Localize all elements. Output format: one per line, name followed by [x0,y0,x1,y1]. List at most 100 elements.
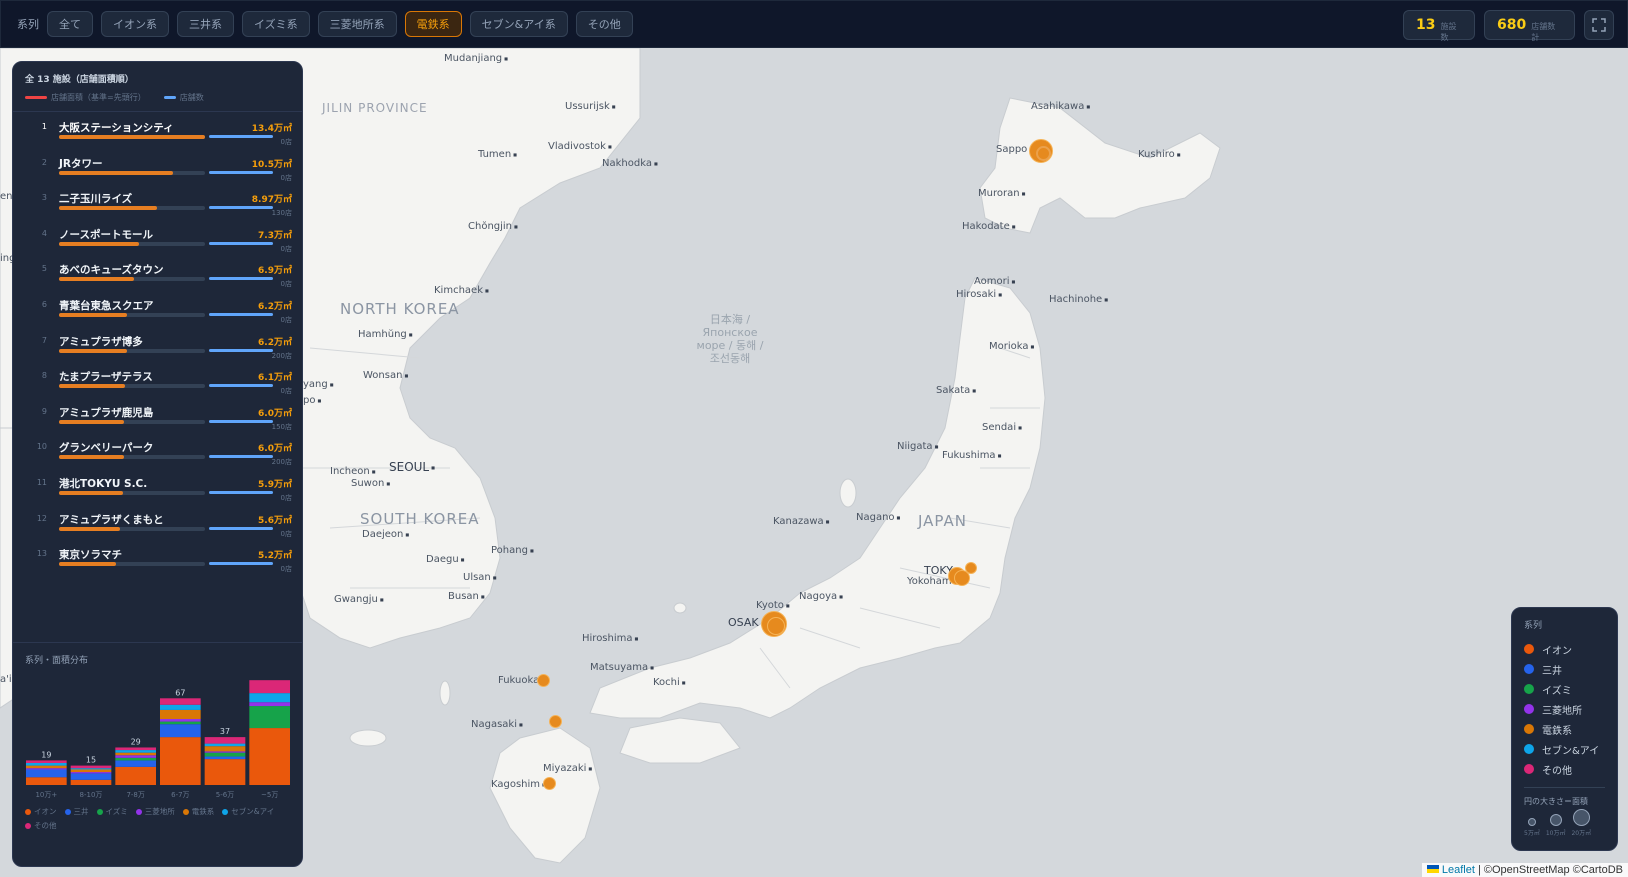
shop-count-value: 680 [1497,17,1527,33]
ranking-row[interactable]: 13 東京ソラマチ 5.2万㎡ 0店 [25,545,292,581]
ranking-row[interactable]: 10 グランベリーパーク 6.0万㎡ 200店 [25,438,292,474]
size-legend-small: 5万㎡ [1524,818,1540,837]
ranking-row[interactable]: 6 青葉台東急スクエア 6.2万㎡ 0店 [25,296,292,332]
shop-count-bar [209,277,273,281]
ranking-panel-title: 全 13 施設（店舗面積順） [25,75,134,85]
fullscreen-button[interactable] [1584,10,1614,40]
facility-shop-count: 0店 [280,565,292,574]
bar-segment [115,757,156,761]
rank-number: 13 [36,549,47,559]
city-label: Nagoya [799,591,843,602]
area-bar-fill [59,384,126,389]
legend-dot-icon [1524,664,1534,674]
facility-shop-count: 0店 [280,138,292,146]
city-label: Matsuyama [590,662,654,673]
legend-label: その他 [1542,765,1572,777]
city-label: OSAK [728,616,764,629]
ranking-row[interactable]: 7 アミュプラザ博多 6.2万㎡ 200店 [25,332,292,368]
shop-count-unit: 店舗数計 [1531,22,1556,42]
facility-marker-abeno-qs-town[interactable] [767,617,785,635]
ranking-row[interactable]: 4 ノースポートモール 7.3万㎡ 0店 [25,225,292,261]
filter-mitsui-button[interactable]: 三井系 [177,11,234,37]
filter-mitsubishi-button[interactable]: 三菱地所系 [317,11,397,37]
facility-marker-amu-plaza-hakata[interactable] [537,674,550,687]
city-label: Tumen [478,149,517,160]
distribution-legend: イオン 三井 イズミ 三菱地所 電鉄系 セブン&アイその他 [25,805,293,833]
ranking-row[interactable]: 12 アミュプラザくまもと 5.6万㎡ 0店 [25,510,292,546]
edge-label: yang [303,379,334,390]
ranking-row[interactable]: 11 港北TOKYU S.C. 5.9万㎡ 0店 [25,474,292,510]
facility-area: 5.6万㎡ [258,515,292,526]
bar-segment [160,719,201,722]
legend-label: イオン [1542,645,1572,657]
legend-dot-icon [1524,724,1534,734]
facility-marker-amu-plaza-kumamoto[interactable] [549,715,562,728]
ranking-row[interactable]: 5 あべのキューズタウン 6.9万㎡ 0店 [25,260,292,296]
city-label: Hakodate [962,221,1016,232]
leaflet-link[interactable]: Leaflet [1442,864,1475,876]
shop-count-bar [209,206,273,210]
facility-area: 5.2万㎡ [258,551,292,562]
area-bar-track [59,206,205,211]
bar-segment [26,763,67,766]
filter-aeon-button[interactable]: イオン系 [101,11,169,37]
filter-all-button[interactable]: 全て [47,11,93,37]
distribution-legend-item: 電鉄系 [182,807,214,816]
ranking-row[interactable]: 2 JRタワー 10.5万㎡ 0店 [25,154,292,190]
facility-count-value: 13 [1416,17,1436,33]
distribution-section: 系列・面積分布 19 10万+ 15 8-10万 29 7-8万 67 6-7万 37 5-6万 ~… [13,642,302,830]
facility-area: 6.9万㎡ [258,266,292,277]
facility-area: 6.0万㎡ [258,408,292,419]
ranking-panel: 全 13 施設（店舗面積順） 店舗面積（基準=先頭行） 店舗数 1 大阪ステーショ… [12,61,303,867]
area-bar-track [59,312,205,317]
facility-name: 大阪ステーションシティ [59,122,174,134]
distribution-legend-item: 三菱地所 [135,807,175,816]
area-bar-track [59,135,205,139]
fullscreen-icon [1592,18,1606,32]
filter-seven-i-button[interactable]: セブン&アイ系 [469,11,568,37]
area-bar-track [59,170,205,175]
jeju-island [349,729,387,747]
ranking-row[interactable]: 3 二子玉川ライズ 8.97万㎡ 130店 [25,189,292,225]
attribution-text: | ©OpenStreetMap ©CartoDB [1477,864,1623,876]
bar-segment [160,709,201,719]
category-tick-label: 7-8万 [126,791,144,799]
region-label-north-korea: NORTH KOREA [340,300,460,318]
facility-marker-tokyo-solamachi[interactable] [965,562,977,574]
legend-label: 三井 [73,807,89,816]
ranking-row[interactable]: 9 アミュプラザ鹿児島 6.0万㎡ 150店 [25,403,292,439]
shops-legend-label: 店舗数 [179,93,204,102]
area-bar-track [59,384,205,389]
ranking-row[interactable]: 8 たまプラーザテラス 6.1万㎡ 0店 [25,367,292,403]
city-label: Hamhŭng [358,329,413,340]
distribution-legend-item: イオン [25,807,57,816]
filter-other-button[interactable]: その他 [575,11,633,37]
city-label: Chŏngjin [468,221,518,232]
facility-shop-count: 0店 [280,529,292,538]
area-bar-fill [59,348,127,353]
bar-segment [204,751,246,753]
filter-railway-button[interactable]: 電鉄系 [404,11,462,37]
bar-segment [160,704,201,710]
facility-marker-amu-plaza-kagoshima[interactable] [543,777,556,790]
series-filter-label: 系列 [17,18,39,31]
legend-label: セブン&アイ [231,807,275,816]
facility-marker-jr-tower[interactable] [1029,139,1053,163]
sado-island [839,478,857,508]
map-attribution: Leaflet | ©OpenStreetMap ©CartoDB [1421,863,1628,877]
facility-name: 二子玉川ライズ [59,193,133,206]
legend-dot-icon [96,809,103,815]
ranking-row[interactable]: 1 大阪ステーションシティ 13.4万㎡ 0店 [25,118,292,154]
city-label: Kimchaek [434,285,489,296]
bar-segment [160,737,201,785]
legend-label: 三井 [1542,665,1562,677]
distribution-title: 系列・面積分布 [25,656,89,666]
city-label: Ussurijsk [565,101,616,112]
rank-number: 3 [41,193,47,203]
area-bar-fill [59,526,121,531]
city-label: Kochi [653,677,686,688]
bar-segment [204,756,246,760]
facility-name: 港北TOKYU S.C. [59,477,148,490]
city-label: Incheon [330,466,376,477]
filter-izumi-button[interactable]: イズミ系 [242,11,310,37]
